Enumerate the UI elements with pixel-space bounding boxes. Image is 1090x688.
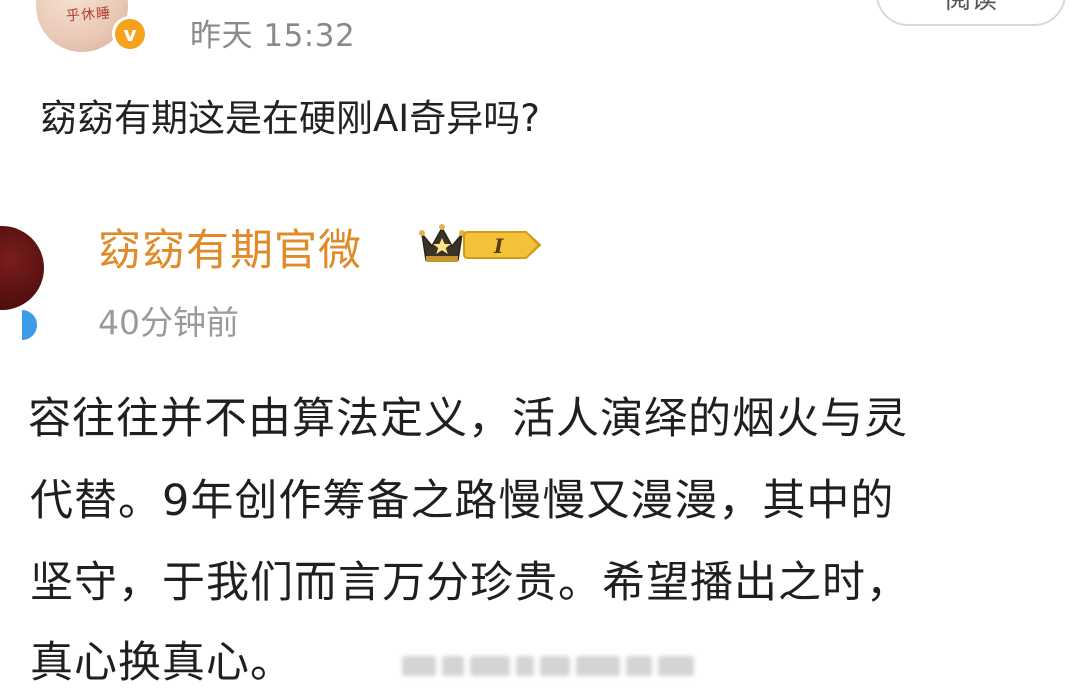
crown-level-icon: I: [419, 224, 542, 262]
read-button[interactable]: 阅读: [876, 0, 1066, 26]
post-timestamp: 昨天 15:32: [190, 18, 356, 54]
quoted-body-line: 代替。9年创作筹备之路慢慢又漫漫，其中的: [30, 476, 895, 526]
quoted-body-line: 容往往并不由算法定义，活人演绎的烟火与灵: [28, 394, 908, 444]
quoted-body-line: 坚守，于我们而言万分珍贵。希望播出之时，: [30, 558, 910, 608]
quoted-account-name: 窈窈有期官微: [98, 226, 362, 276]
verified-icon: v: [112, 16, 148, 52]
quoted-avatar: [0, 226, 44, 310]
screenshot: 乎休睡 v 昨天 15:32 阅读 窈窈有期这是在硬刚AI奇异吗? 窈窈有期官微…: [0, 0, 1090, 688]
post-text: 窈窈有期这是在硬刚AI奇异吗?: [40, 97, 540, 140]
quoted-body-line: 真心换真心。: [30, 638, 294, 688]
level-badge-text: I: [493, 234, 504, 258]
quoted-verified-icon: [22, 307, 46, 343]
avatar-scribble: 乎休睡: [65, 5, 112, 25]
quoted-timestamp: 40分钟前: [98, 303, 239, 342]
blurred-text: [402, 652, 702, 680]
